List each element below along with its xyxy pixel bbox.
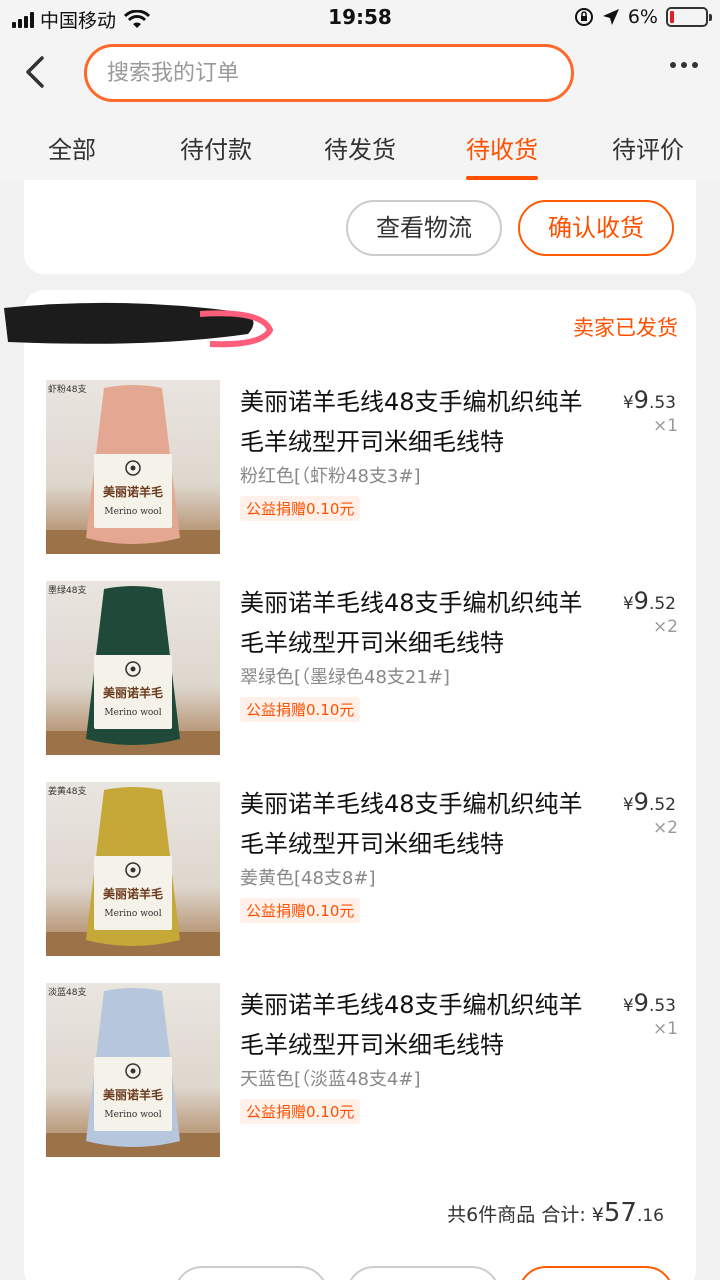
yarn-cone-image: 美丽诺羊毛 Merino wool [46,988,220,1157]
price-dec: .53 [648,393,676,413]
more-icon[interactable] [670,62,698,68]
thumb-tag: 姜黄48支 [48,787,87,797]
order-item[interactable]: 美丽诺羊毛 Merino wool 姜黄48支 美丽诺羊毛线48支手编机织纯羊毛… [24,782,696,956]
svg-text:Merino wool: Merino wool [104,909,161,919]
product-thumbnail[interactable]: 美丽诺羊毛 Merino wool 墨绿48支 [46,581,220,755]
thumb-tag: 墨绿48支 [48,586,87,596]
product-title[interactable]: 美丽诺羊毛线48支手编机织纯羊毛羊绒型开司米细毛线特 [240,985,600,1065]
svg-text:Merino wool: Merino wool [104,1110,161,1120]
total-label: 合计: [541,1204,586,1226]
thumb-tag: 淡蓝48支 [48,988,87,998]
product-title[interactable]: 美丽诺羊毛线48支手编机织纯羊毛羊绒型开司米细毛线特 [240,382,600,462]
status-right: 6% [574,6,712,28]
tab-all[interactable]: 全部 [48,130,96,180]
yarn-cone-image: 美丽诺羊毛 Merino wool [46,586,220,755]
product-title[interactable]: 美丽诺羊毛线48支手编机织纯羊毛羊绒型开司米细毛线特 [240,583,600,663]
battery-icon [666,7,712,27]
price-int: 9 [633,788,649,816]
product-quantity: ×2 [652,617,678,637]
item-count: 共6件商品 [447,1204,536,1226]
svg-text:美丽诺羊毛: 美丽诺羊毛 [103,484,163,499]
price-symbol: ¥ [622,594,634,614]
tab-pending-receipt[interactable]: 待收货 [466,130,538,180]
yarn-cone-image: 美丽诺羊毛 Merino wool [46,787,220,956]
action-button-3[interactable] [518,1266,674,1280]
svg-text:美丽诺羊毛: 美丽诺羊毛 [103,685,163,700]
yarn-cone-image: 美丽诺羊毛 Merino wool [46,385,220,554]
charity-badge: 公益捐赠0.10元 [240,898,361,923]
tab-pending-payment[interactable]: 待付款 [180,130,252,180]
product-thumbnail[interactable]: 美丽诺羊毛 Merino wool 姜黄48支 [46,782,220,956]
confirm-receipt-button[interactable]: 确认收货 [518,200,674,256]
price-int: 9 [633,587,649,615]
product-thumbnail[interactable]: 美丽诺羊毛 Merino wool 虾粉48支 [46,380,220,554]
thumb-tag: 虾粉48支 [48,385,87,395]
price-symbol: ¥ [622,393,634,413]
charity-badge: 公益捐赠0.10元 [240,496,361,521]
status-bar: 中国移动 19:58 6% [0,0,720,36]
charity-badge: 公益捐赠0.10元 [240,697,361,722]
price-dec: .53 [648,996,676,1016]
price-int: 9 [633,386,649,414]
product-thumbnail[interactable]: 美丽诺羊毛 Merino wool 淡蓝48支 [46,983,220,1157]
product-sku: 姜黄色[48支8#] [240,868,376,889]
svg-text:美丽诺羊毛: 美丽诺羊毛 [103,1087,163,1102]
back-icon[interactable] [14,50,58,94]
total-symbol: ¥ [591,1204,604,1226]
redacted-shop-name [4,302,274,348]
rotation-lock-icon [574,8,593,26]
order-card: 卖家已发货 美丽诺羊毛 Merino wool 虾粉48支 美丽诺羊毛线48支手… [4,290,696,1280]
total-dec: .16 [636,1206,664,1226]
price-int: 9 [633,989,649,1017]
order-item[interactable]: 美丽诺羊毛 Merino wool 墨绿48支 美丽诺羊毛线48支手编机织纯羊毛… [24,581,696,755]
previous-order-card: 查看物流 确认收货 [24,180,696,274]
tab-pending-review[interactable]: 待评价 [612,130,684,180]
order-item[interactable]: 美丽诺羊毛 Merino wool 淡蓝48支 美丽诺羊毛线48支手编机织纯羊毛… [24,983,696,1157]
product-price: ¥9.52 [623,788,676,816]
product-sku: 天蓝色[（淡蓝48支4#] [240,1069,421,1090]
view-logistics-button[interactable]: 查看物流 [346,200,502,256]
product-quantity: ×1 [652,1019,678,1039]
order-item[interactable]: 美丽诺羊毛 Merino wool 虾粉48支 美丽诺羊毛线48支手编机织纯羊毛… [24,380,696,554]
charity-badge: 公益捐赠0.10元 [240,1099,361,1124]
svg-text:Merino wool: Merino wool [104,507,161,517]
product-sku: 粉红色[（虾粉48支3#] [240,466,421,487]
product-price: ¥9.53 [623,386,676,414]
product-title[interactable]: 美丽诺羊毛线48支手编机织纯羊毛羊绒型开司米细毛线特 [240,784,600,864]
product-price: ¥9.52 [623,587,676,615]
svg-text:美丽诺羊毛: 美丽诺羊毛 [103,886,163,901]
order-summary: 共6件商品 合计: ¥57.16 [447,1198,664,1228]
price-dec: .52 [648,594,676,614]
product-quantity: ×1 [652,416,678,436]
price-symbol: ¥ [622,795,634,815]
header [0,36,720,118]
search-box[interactable] [84,44,574,102]
battery-percent: 6% [627,6,658,28]
total-int: 57 [603,1198,637,1228]
product-quantity: ×2 [652,818,678,838]
action-button-2[interactable] [346,1266,500,1280]
location-icon [602,9,619,25]
product-price: ¥9.53 [623,989,676,1017]
action-button-1[interactable] [174,1266,328,1280]
tab-pending-shipment[interactable]: 待发货 [324,130,396,180]
order-tabs: 全部 待付款 待发货 待收货 待评价 [0,118,720,180]
price-symbol: ¥ [622,996,634,1016]
product-sku: 翠绿色[（墨绿色48支21#] [240,667,450,688]
svg-text:Merino wool: Merino wool [104,708,161,718]
price-dec: .52 [648,795,676,815]
search-input[interactable] [87,47,571,99]
order-status: 卖家已发货 [573,316,678,340]
